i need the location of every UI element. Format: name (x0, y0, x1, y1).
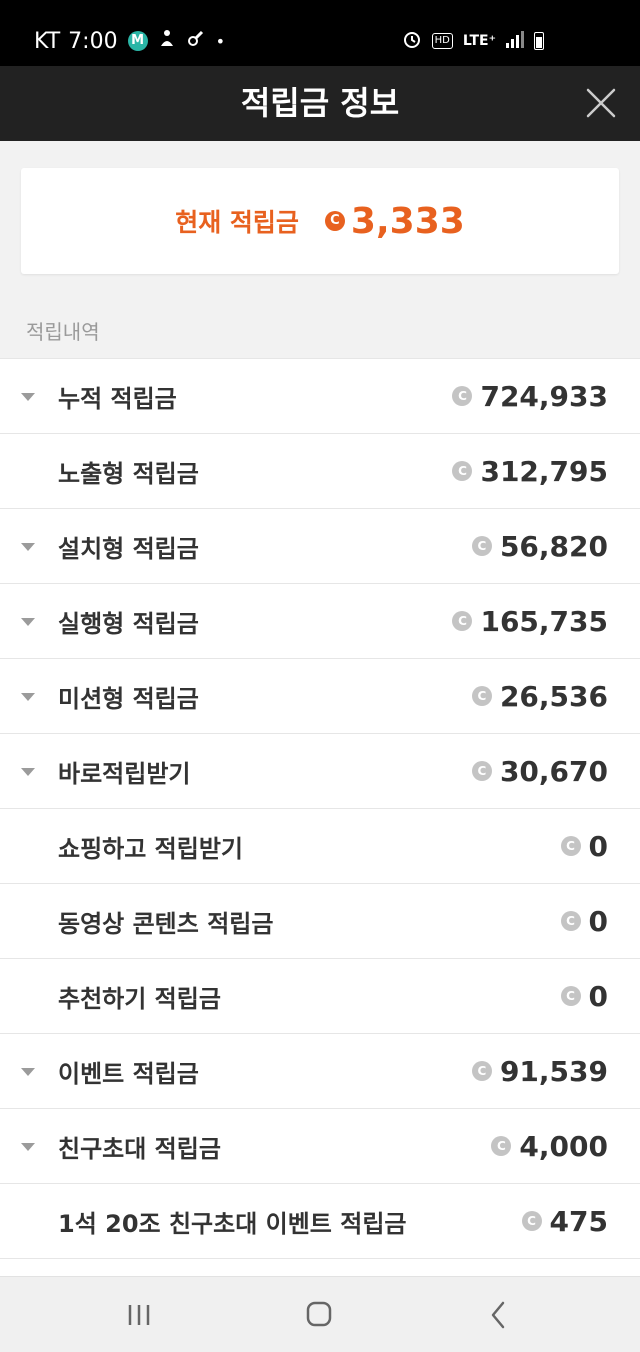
list-item-video: 동영상 콘텐츠 적립금 C 0 (0, 884, 640, 959)
coin-icon: C (471, 536, 492, 556)
coin-icon: C (452, 461, 473, 481)
coin-icon: C (324, 211, 345, 231)
list-item-amount: C 165,735 (452, 605, 608, 638)
battery-icon (534, 32, 544, 50)
list-item-exposure: 노출형 적립금 C 312,795 (0, 434, 640, 509)
list-item-label: 누적 적립금 (58, 384, 177, 413)
list-item-amount: C 0 (560, 979, 608, 1013)
list-item-value: 475 (549, 1204, 608, 1238)
current-points-card: 현재 적립금 C 3,333 (21, 168, 619, 274)
list-item-label: 동영상 콘텐츠 적립금 (58, 909, 274, 938)
carrier-label: KT (34, 28, 61, 54)
list-item-instant[interactable]: 바로적립받기 C 30,670 (0, 734, 640, 809)
close-button[interactable] (584, 86, 618, 120)
hd-voice-icon: HD (431, 33, 453, 49)
notification-icon (158, 28, 176, 54)
list-item-shopping: 쇼핑하고 적립받기 C 0 (0, 809, 640, 884)
coin-icon: C (560, 836, 581, 856)
list-item-value: 724,933 (480, 379, 608, 413)
list-item-event[interactable]: 이벤트 적립금 C 91,539 (0, 1034, 640, 1109)
caret-down-icon (21, 393, 35, 401)
caret-down-icon (21, 1068, 35, 1076)
list-item-value: 91,539 (499, 1054, 608, 1088)
coin-icon: C (471, 761, 492, 781)
status-left: KT 7:00 M • (34, 26, 225, 56)
caret-down-icon (21, 618, 35, 626)
coin-icon: C (471, 686, 492, 706)
lte-icon: LTE⁺ (462, 33, 496, 49)
home-button[interactable] (299, 1297, 339, 1333)
list-item-install[interactable]: 설치형 적립금 C 56,820 (0, 509, 640, 584)
list-item-value: 56,820 (499, 529, 608, 563)
coin-icon: C (560, 986, 581, 1006)
coin-icon: C (452, 386, 473, 406)
list-item-cumulative[interactable]: 누적 적립금 C 724,933 (0, 359, 640, 434)
history-section-label: 적립내역 (26, 320, 100, 344)
list-item-label: 쇼핑하고 적립받기 (58, 834, 243, 863)
recents-button[interactable] (119, 1297, 159, 1333)
list-item-value: 26,536 (499, 679, 608, 713)
list-item-mission[interactable]: 미션형 적립금 C 26,536 (0, 659, 640, 734)
list-item-label: 추천하기 적립금 (58, 984, 221, 1013)
back-icon (491, 1301, 505, 1329)
coin-icon: C (560, 911, 581, 931)
current-points-value: 3,333 (350, 200, 465, 242)
more-notifications-dot: • (215, 31, 226, 51)
caret-down-icon (21, 693, 35, 701)
list-item-label: 이벤트 적립금 (58, 1059, 199, 1088)
caret-down-icon (21, 543, 35, 551)
signal-icon (506, 30, 524, 52)
list-item-value: 0 (588, 904, 608, 938)
system-nav-bar (0, 1276, 640, 1352)
list-item-execution[interactable]: 실행형 적립금 C 165,735 (0, 584, 640, 659)
clock: 7:00 (68, 28, 118, 54)
recents-icon (128, 1305, 150, 1325)
coin-icon: C (471, 1061, 492, 1081)
list-item-value: 4,000 (519, 1129, 608, 1163)
list-item-label: 노출형 적립금 (58, 459, 199, 488)
list-item-label: 친구초대 적립금 (58, 1134, 221, 1163)
coin-icon: C (452, 611, 473, 631)
list-item-value: 165,735 (480, 604, 608, 638)
list-item-value: 30,670 (499, 754, 608, 788)
list-item-amount: C 475 (521, 1204, 608, 1238)
list-item-label: 바로적립받기 (58, 759, 191, 788)
list-item-amount: C 4,000 (491, 1130, 608, 1163)
list-item-amount: C 26,536 (471, 679, 608, 713)
list-item-amount: C 30,670 (471, 754, 608, 788)
caret-down-icon (21, 768, 35, 776)
list-item-amount: C 724,933 (452, 380, 608, 413)
list-item-recommend: 추천하기 적립금 C 0 (0, 959, 640, 1034)
list-item-label: 설치형 적립금 (58, 534, 199, 563)
alarm-icon (402, 29, 422, 53)
close-icon (586, 88, 616, 118)
coin-icon: C (521, 1211, 542, 1231)
page-title: 적립금 정보 (240, 84, 400, 122)
history-list: 누적 적립금 C 724,933 노출형 적립금 C 312,795 설치형 적… (0, 358, 640, 1281)
list-item-label: 실행형 적립금 (58, 609, 199, 638)
list-item-amount: C 0 (560, 829, 608, 863)
pacifier-icon (186, 28, 206, 54)
current-points-label: 현재 적립금 (175, 208, 299, 237)
list-item-amount: C 0 (560, 904, 608, 938)
list-item-label: 1석 20조 친구초대 이벤트 적립금 (58, 1209, 407, 1238)
title-bar: 적립금 정보 (0, 66, 640, 141)
status-right: HD LTE⁺ (402, 26, 544, 56)
m-app-icon: M (127, 31, 148, 51)
list-item-value: 0 (588, 979, 608, 1013)
list-item-amount: C 56,820 (471, 529, 608, 563)
list-item-amount: C 312,795 (452, 455, 608, 488)
list-item-invite[interactable]: 친구초대 적립금 C 4,000 (0, 1109, 640, 1184)
list-item-label: 미션형 적립금 (58, 684, 199, 713)
list-item-value: 312,795 (480, 454, 608, 488)
back-button[interactable] (478, 1297, 518, 1333)
caret-down-icon (21, 1143, 35, 1151)
home-icon (306, 1301, 332, 1327)
list-item-amount: C 91,539 (471, 1054, 608, 1088)
list-item-invite-event: 1석 20조 친구초대 이벤트 적립금 C 475 (0, 1184, 640, 1259)
coin-icon: C (491, 1136, 512, 1156)
list-item-value: 0 (588, 829, 608, 863)
status-bar: KT 7:00 M • HD LTE⁺ (0, 0, 640, 66)
